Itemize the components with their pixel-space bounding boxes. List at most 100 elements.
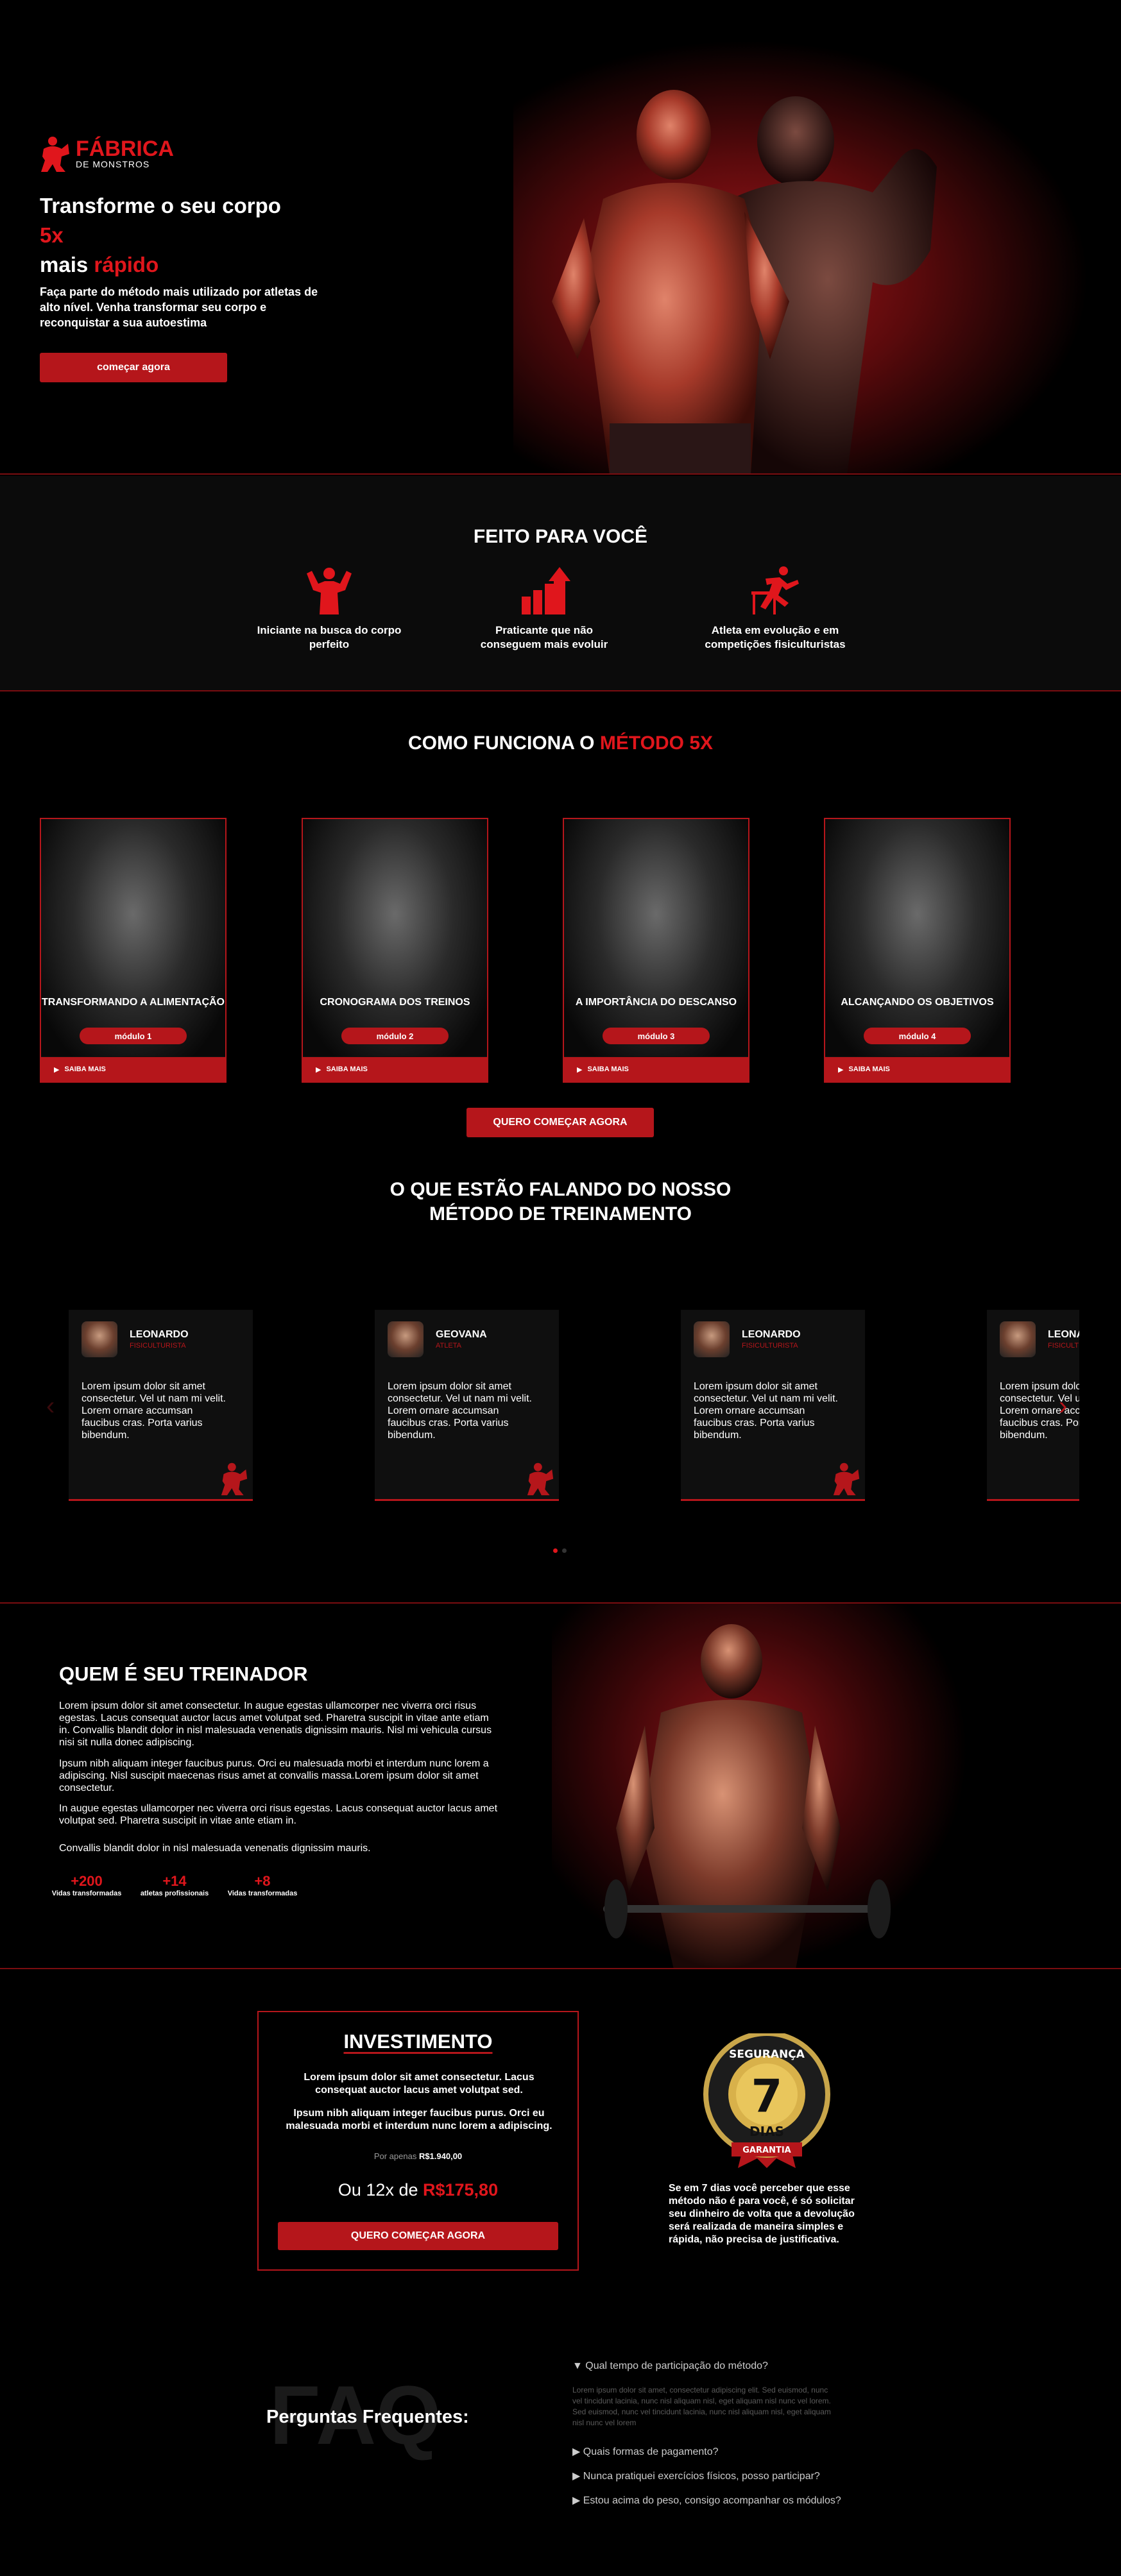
testimonial-card: LEONARDO FISICULTURISTA Lorem ipsum dolo… bbox=[69, 1310, 253, 1501]
investment-text: Lorem ipsum dolor sit amet consectetur. … bbox=[304, 2072, 535, 2096]
testimonial-card: LEONARDO FISICULTURISTA Lorem ipsum dolo… bbox=[681, 1310, 865, 1501]
carousel-prev-icon[interactable]: ‹ bbox=[46, 1392, 55, 1421]
carousel-dot-active[interactable] bbox=[553, 1548, 558, 1553]
trainer-paragraph: Convallis blandit dolor in nisl malesuad… bbox=[59, 1843, 371, 1854]
trainer-section: QUEM É SEU TREINADOR Lorem ipsum dolor s… bbox=[0, 1602, 1121, 1969]
hero-section: FÁBRICA DE MONSTROS Transforme o seu cor… bbox=[0, 0, 1121, 475]
avatar bbox=[81, 1321, 117, 1357]
hero-bodybuilder-image bbox=[552, 90, 937, 473]
section-title: FEITO PARA VOCÊ bbox=[473, 526, 648, 547]
module-card-2[interactable]: CRONOGRAMA DOS TREINOS módulo 2 ▶ SAIBA M… bbox=[302, 818, 488, 1083]
bodybuilder-logo-icon bbox=[527, 1462, 554, 1496]
triangle-right-icon: ▶ bbox=[572, 2495, 583, 2506]
growth-chart-icon bbox=[522, 567, 570, 614]
module-title: ALCANÇANDO OS OBJETIVOS bbox=[841, 997, 994, 1008]
bodybuilder-logo-icon bbox=[221, 1462, 248, 1496]
trainer-paragraph: Lorem ipsum dolor sit amet consectetur. … bbox=[59, 1700, 492, 1748]
module-badge: módulo 1 bbox=[80, 1028, 187, 1044]
hero-title: Transforme o seu corpo 5x mais rápido bbox=[40, 191, 348, 280]
section-title: COMO FUNCIONA O MÉTODO 5X bbox=[407, 733, 714, 754]
module-badge: módulo 3 bbox=[603, 1028, 710, 1044]
module-image bbox=[564, 819, 748, 1056]
saiba-mais-link[interactable]: ▶ SAIBA MAIS bbox=[825, 1057, 1009, 1081]
module-card-1[interactable]: TRANSFORMANDO A ALIMENTAÇÃO módulo 1 ▶ SA… bbox=[40, 818, 227, 1083]
seal-days: DIAS bbox=[749, 2124, 784, 2139]
carousel-dot[interactable] bbox=[562, 1548, 567, 1553]
avatar bbox=[388, 1321, 424, 1357]
faq-answer: Lorem ipsum dolor sit amet, consectetur … bbox=[572, 2385, 831, 2427]
method-cta-button[interactable]: QUERO COMEÇAR AGORA bbox=[466, 1108, 654, 1137]
bodybuilder-icon bbox=[307, 568, 352, 614]
seal-ribbon-text: GARANTIA bbox=[742, 2146, 791, 2155]
module-image bbox=[303, 819, 487, 1056]
hurdle-runner-icon bbox=[751, 566, 799, 614]
audience-item-athlete: Atleta em evolução e em competições fisi… bbox=[698, 564, 852, 652]
module-card-3[interactable]: A IMPORTÂNCIA DO DESCANSO módulo 3 ▶ SAIB… bbox=[563, 818, 749, 1083]
testimonial-name: LEONA bbox=[1048, 1329, 1079, 1340]
module-badge: módulo 2 bbox=[341, 1028, 449, 1044]
trainer-paragraph: Ipsum nibh aliquam integer faucibus puru… bbox=[59, 1758, 489, 1793]
triangle-right-icon: ▶ bbox=[572, 2446, 583, 2457]
testimonial-role: FISICULTURISTA bbox=[1048, 1342, 1079, 1350]
testimonial-text: Lorem ipsum dolor sit amet consectetur. … bbox=[81, 1381, 226, 1441]
avatar bbox=[694, 1321, 730, 1357]
faq-question[interactable]: ▶ Nunca pratiquei exercícios físicos, po… bbox=[572, 2470, 820, 2482]
testimonial-name: GEOVANA bbox=[436, 1329, 487, 1340]
module-image bbox=[825, 819, 1009, 1056]
stat-item: +8 Vidas transformadas bbox=[227, 1873, 298, 1897]
testimonial-role: ATLETA bbox=[436, 1342, 461, 1350]
module-image bbox=[41, 819, 225, 1056]
hero-accent-rapido: rápido bbox=[94, 253, 159, 276]
investment-box: INVESTIMENTO Lorem ipsum dolor sit amet … bbox=[257, 2011, 579, 2271]
old-price: Por apenas R$1.940,00 bbox=[373, 2151, 463, 2161]
testimonial-card: GEOVANA ATLETA Lorem ipsum dolor sit ame… bbox=[375, 1310, 559, 1501]
stat-item: +200 Vidas transformadas bbox=[51, 1873, 122, 1897]
saiba-mais-link[interactable]: ▶ SAIBA MAIS bbox=[564, 1057, 748, 1081]
faq-question[interactable]: ▶ Estou acima do peso, consigo acompanha… bbox=[572, 2494, 841, 2507]
logo-text: FÁBRICA bbox=[76, 137, 174, 161]
triangle-right-icon: ▶ bbox=[572, 2471, 583, 2482]
hero-accent-5x: 5x bbox=[40, 223, 64, 247]
testimonials-title: O QUE ESTÃO FALANDO DO NOSSO MÉTODO DE T… bbox=[389, 1179, 732, 1224]
seal-top-text: SEGURANÇA bbox=[729, 2048, 805, 2061]
testimonial-name: LEONARDO bbox=[130, 1329, 189, 1340]
module-badge: módulo 4 bbox=[864, 1028, 971, 1044]
faq-question[interactable]: ▶ Quais formas de pagamento? bbox=[572, 2445, 719, 2458]
testimonial-text: Lorem ipsum dolor sit amet consectetur. … bbox=[1000, 1381, 1079, 1441]
module-title: TRANSFORMANDO A ALIMENTAÇÃO bbox=[41, 997, 225, 1008]
avatar bbox=[1000, 1321, 1036, 1357]
hero-start-button[interactable]: começar agora bbox=[40, 353, 227, 382]
triangle-down-icon: ▼ bbox=[572, 2360, 586, 2371]
saiba-mais-link[interactable]: ▶ SAIBA MAIS bbox=[41, 1057, 225, 1081]
audience-item-stagnated: Praticante que não conseguem mais evolui… bbox=[467, 564, 621, 652]
trainer-photo bbox=[603, 1624, 891, 1968]
caret-right-icon: ▶ bbox=[54, 1065, 60, 1074]
testimonial-text: Lorem ipsum dolor sit amet consectetur. … bbox=[694, 1381, 838, 1441]
bodybuilder-logo-icon bbox=[41, 137, 69, 172]
hero-description: Faça parte do método mais utilizado por … bbox=[40, 285, 318, 329]
faq-question[interactable]: ▼ Qual tempo de participação do método? bbox=[572, 2360, 768, 2372]
module-card-4[interactable]: ALCANÇANDO OS OBJETIVOS módulo 4 ▶ SAIBA … bbox=[824, 818, 1011, 1083]
target-audience-section: FEITO PARA VOCÊ Iniciante na busca do co… bbox=[0, 476, 1121, 691]
faq-title: Perguntas Frequentes: bbox=[266, 2407, 469, 2427]
module-title: A IMPORTÂNCIA DO DESCANSO bbox=[575, 997, 737, 1008]
module-title: CRONOGRAMA DOS TREINOS bbox=[320, 997, 470, 1008]
seal-number: 7 bbox=[751, 2070, 783, 2123]
trainer-title: QUEM É SEU TREINADOR bbox=[59, 1663, 308, 1685]
testimonial-role: FISICULTURISTA bbox=[130, 1342, 186, 1350]
carousel-next-icon[interactable]: › bbox=[1059, 1392, 1067, 1421]
guarantee-seal-icon: 7 DIAS SEGURANÇA GARANTIA bbox=[703, 2033, 830, 2168]
investment-cta-button[interactable]: QUERO COMEÇAR AGORA bbox=[278, 2222, 558, 2250]
brand-logo[interactable]: FÁBRICA DE MONSTROS bbox=[40, 135, 174, 173]
investment-text: Ipsum nibh aliquam integer faucibus puru… bbox=[286, 2108, 552, 2131]
installment-price: Ou 12x de R$175,80 bbox=[338, 2180, 499, 2199]
caret-right-icon: ▶ bbox=[316, 1065, 321, 1074]
audience-item-beginner: Iniciante na busca do corpo perfeito bbox=[252, 564, 406, 652]
caret-right-icon: ▶ bbox=[838, 1065, 844, 1074]
caret-right-icon: ▶ bbox=[577, 1065, 583, 1074]
investment-title: INVESTIMENTO bbox=[343, 2030, 493, 2053]
testimonial-role: FISICULTURISTA bbox=[742, 1342, 798, 1350]
testimonial-name: LEONARDO bbox=[742, 1329, 801, 1340]
bodybuilder-logo-icon bbox=[833, 1462, 860, 1496]
saiba-mais-link[interactable]: ▶ SAIBA MAIS bbox=[303, 1057, 487, 1081]
